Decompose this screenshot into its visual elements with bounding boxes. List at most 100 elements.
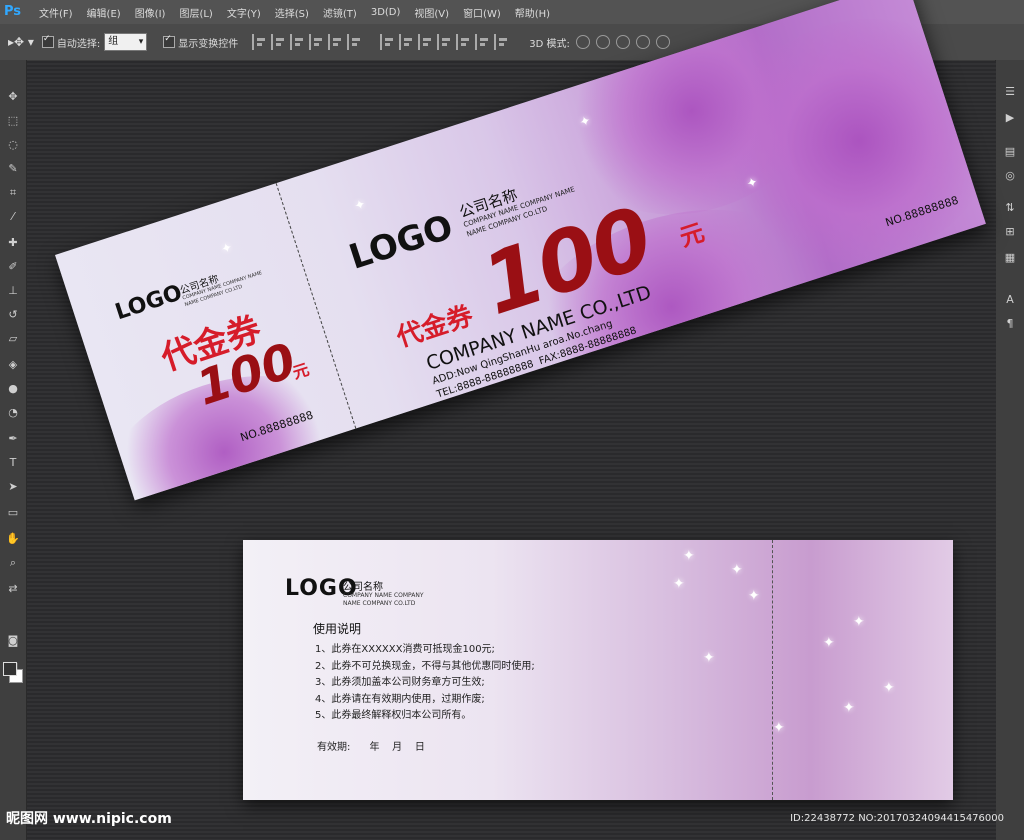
show-transform-option[interactable]: 显示变换控件 (163, 34, 239, 50)
watermark-brand: 昵图网 www.nipic.com (6, 811, 172, 827)
sparkle-icon: ✦ (773, 720, 785, 736)
back-company-name: 公司名称 (343, 582, 383, 593)
menu-select[interactable]: 选择(S) (268, 5, 316, 20)
auto-select-dropdown[interactable]: 组 (104, 33, 148, 51)
zoom-tool-icon[interactable]: ⌕ (4, 554, 22, 572)
distribute-top-icon[interactable] (380, 34, 396, 50)
align-hcenter-icon[interactable] (328, 34, 344, 50)
auto-select-checkbox[interactable] (41, 34, 54, 48)
slide-3d-icon[interactable] (635, 35, 650, 49)
usage-title: 使用说明 (313, 622, 362, 636)
align-buttons (252, 34, 366, 50)
panel-dock: ☰ ▶ ▤ ◎ ⇅ ⊞ ▦ A ¶ (995, 60, 1024, 840)
hand-tool-icon[interactable]: ✋ (4, 530, 22, 548)
history-panel-icon[interactable]: ☰ (1002, 84, 1018, 100)
tools-panel: ✥ ⬚ ◌ ✎ ⌗ ⁄ ✚ ✐ ⊥ ↺ ▱ ◈ ● ◔ ✒ T ➤ ▭ ✋ ⌕ … (0, 60, 27, 840)
eyedropper-tool-icon[interactable]: ⁄ (4, 208, 22, 226)
scale-3d-icon[interactable] (655, 35, 670, 49)
main-logo: LOGO (344, 206, 458, 278)
watermark-id: ID:22438772 NO:20170324094415476000 (790, 813, 1004, 824)
distribute-hcenter-icon[interactable] (456, 34, 472, 50)
move-tool-preset-icon[interactable]: ▸✥ ▾ (8, 35, 34, 49)
sparkle-icon: ✦ (883, 680, 895, 696)
align-vcenter-icon[interactable] (271, 34, 287, 50)
align-right-icon[interactable] (347, 34, 363, 50)
channels-panel-icon[interactable]: ◎ (1002, 168, 1018, 184)
mode-3d-label: 3D 模式: (529, 38, 570, 50)
paint-bucket-tool-icon[interactable]: ◈ (4, 356, 22, 374)
path-select-tool-icon[interactable]: ➤ (4, 478, 22, 496)
validity-date: 有效期: 年 月 日 (317, 742, 425, 753)
back-company-en-line2: NAME COMPANY CO.LTD (343, 600, 416, 607)
sparkle-icon: ✦ (843, 700, 855, 716)
sparkle-icon: ✦ (853, 614, 865, 630)
usage-rule: 5、此券最终解释权归本公司所有。 (315, 710, 472, 721)
crop-tool-icon[interactable]: ⌗ (4, 184, 22, 202)
move-tool-icon[interactable]: ✥ (4, 88, 22, 106)
sparkle-icon: ✦ (748, 588, 760, 604)
lasso-tool-icon[interactable]: ◌ (4, 136, 22, 154)
menu-view[interactable]: 视图(V) (407, 5, 456, 20)
distribute-right-icon[interactable] (475, 34, 491, 50)
layers-panel-icon[interactable]: ▤ (1002, 144, 1018, 160)
align-bottom-icon[interactable] (290, 34, 306, 50)
menu-window[interactable]: 窗口(W) (456, 5, 508, 20)
usage-rule: 3、此券须加盖本公司财务章方可生效; (315, 677, 485, 688)
type-tool-icon[interactable]: T (4, 454, 22, 472)
quick-mask-icon[interactable]: ◙ (4, 632, 22, 650)
character-panel-icon[interactable]: A (1002, 292, 1018, 308)
sparkle-icon: ✦ (219, 240, 235, 258)
menu-layer[interactable]: 图层(L) (172, 5, 219, 20)
usage-rule: 4、此券请在有效期内使用，过期作废; (315, 693, 485, 705)
rotate-3d-icon[interactable] (575, 35, 590, 49)
pen-tool-icon[interactable]: ✒ (4, 430, 22, 448)
adjustments-panel-icon[interactable]: ⇅ (1002, 200, 1018, 216)
dodge-tool-icon[interactable]: ◔ (4, 404, 22, 422)
properties-panel-icon[interactable]: ⊞ (1002, 224, 1018, 240)
sparkle-icon: ✦ (352, 196, 368, 215)
distribute-bottom-icon[interactable] (418, 34, 434, 50)
healing-brush-tool-icon[interactable]: ✚ (4, 234, 22, 252)
sparkle-icon: ✦ (703, 650, 715, 666)
distribute-left-icon[interactable] (437, 34, 453, 50)
show-transform-label: 显示变换控件 (178, 38, 239, 50)
distribute-buttons (380, 34, 513, 50)
align-left-icon[interactable] (309, 34, 325, 50)
shape-tool-icon[interactable]: ▭ (4, 504, 22, 522)
roll-3d-icon[interactable] (595, 35, 610, 49)
menu-edit[interactable]: 编辑(E) (80, 5, 128, 20)
pan-3d-icon[interactable] (615, 35, 630, 49)
menu-3d[interactable]: 3D(D) (364, 7, 408, 18)
voucher-back-card: ✦ ✦ ✦ ✦ ✦ ✦ ✦ ✦ ✦ ✦ LOGO 公司名称 COMPANY NA… (243, 540, 953, 800)
usage-rule: 1、此券在XXXXXX消费可抵现金100元; (315, 644, 495, 655)
auto-align-icon[interactable] (494, 34, 510, 50)
usage-rule: 2、此券不可兑换现金，不得与其他优惠同时使用; (315, 660, 535, 672)
menu-filter[interactable]: 滤镜(T) (316, 5, 364, 20)
back-company-en-line1: COMPANY NAME COMPANY (343, 592, 424, 599)
menu-image[interactable]: 图像(I) (128, 5, 173, 20)
align-top-icon[interactable] (252, 34, 268, 50)
clone-stamp-tool-icon[interactable]: ⊥ (4, 282, 22, 300)
eraser-tool-icon[interactable]: ▱ (4, 330, 22, 348)
blur-tool-icon[interactable]: ● (4, 380, 22, 398)
history-brush-tool-icon[interactable]: ↺ (4, 306, 22, 324)
reset-colors-icon[interactable]: ⇄ (4, 580, 22, 598)
info-panel-icon[interactable]: ▦ (1002, 250, 1018, 266)
quick-select-tool-icon[interactable]: ✎ (4, 160, 22, 178)
marquee-tool-icon[interactable]: ⬚ (4, 112, 22, 130)
menu-file[interactable]: 文件(F) (32, 5, 80, 20)
menu-type[interactable]: 文字(Y) (220, 5, 268, 20)
distribute-vcenter-icon[interactable] (399, 34, 415, 50)
photoshop-logo: Ps (4, 4, 22, 19)
brush-tool-icon[interactable]: ✐ (4, 258, 22, 276)
show-transform-checkbox[interactable] (163, 34, 176, 48)
auto-select-label: 自动选择: (56, 38, 101, 50)
paragraph-panel-icon[interactable]: ¶ (1002, 316, 1018, 332)
usage-rules: 1、此券在XXXXXX消费可抵现金100元; 2、此券不可兑换现金，不得与其他优… (315, 642, 535, 725)
actions-panel-icon[interactable]: ▶ (1002, 110, 1018, 126)
auto-select-option[interactable]: 自动选择: 组 (41, 33, 148, 51)
foreground-color-swatch[interactable] (3, 662, 17, 676)
menu-help[interactable]: 帮助(H) (508, 5, 557, 20)
perforation-line (772, 540, 773, 800)
sparkle-icon: ✦ (683, 548, 695, 564)
